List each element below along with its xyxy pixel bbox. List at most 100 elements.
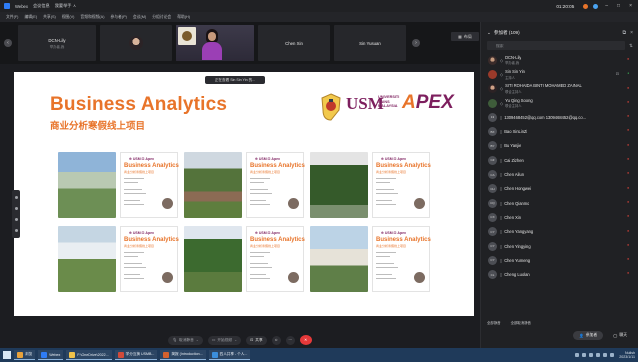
mic-muted-icon[interactable]: ᵜ	[627, 57, 629, 62]
pointer-icon[interactable]	[14, 218, 18, 221]
participant-row[interactable]: CA ▯ Chen Ailun ᵜ	[481, 167, 638, 181]
participants-button[interactable]: 👤 参加者	[573, 330, 604, 340]
participant-row[interactable]: CY ▯ Chen Yumeng ᵜ	[481, 253, 638, 267]
participant-row[interactable]: ◇ DCN-Lily 举办者,我 ᵜ	[481, 53, 638, 67]
zoom-icon[interactable]	[14, 207, 18, 210]
mic-muted-icon[interactable]: ᵜ	[627, 186, 629, 191]
menu-audio-video[interactable]: 音频和视频(A)	[80, 15, 104, 20]
participant-row[interactable]: BX ▯ Bao XinLinZi ᵜ	[481, 124, 638, 138]
maximize-icon[interactable]: □	[615, 3, 622, 9]
menu-edit[interactable]: 编辑(E)	[24, 15, 37, 20]
participant-role: 联合主持人	[505, 89, 522, 94]
participant-row[interactable]: CH ▯ Chen Hongwei ᵜ	[481, 182, 638, 196]
participant-name: Chen Yumeng	[504, 257, 531, 263]
more-options-button[interactable]: ⋯	[285, 335, 295, 345]
participant-row[interactable]: CY ▯ Chen Yingying ᵜ	[481, 239, 638, 253]
system-clock[interactable]: Nulish 2023/1/11	[619, 351, 635, 359]
poster-subtitle: 商业分析寒假线上项目	[124, 244, 155, 248]
security-icon[interactable]	[593, 3, 599, 9]
strip-prev-button[interactable]: ‹	[0, 22, 16, 64]
mic-off-icon: 🎙	[172, 338, 178, 342]
pen-icon[interactable]	[14, 196, 18, 199]
unmute-all-button[interactable]: 全部取消静音	[511, 320, 531, 325]
participant-row[interactable]: ◇ Sin Sin Yin 主持人 ⊡ ᵜ	[481, 67, 638, 81]
mic-muted-icon[interactable]: ᵜ	[627, 171, 629, 176]
taskbar-item-onedrive[interactable]: F:\OneDrive\2022...	[66, 350, 112, 360]
mic-muted-icon[interactable]: ᵜ	[627, 86, 629, 91]
more-icon[interactable]	[14, 229, 18, 232]
leave-meeting-button[interactable]: ✕	[299, 335, 312, 345]
menu-help[interactable]: 帮助(H)	[177, 15, 190, 20]
video-tile-avatar[interactable]	[100, 25, 172, 61]
mic-muted-icon[interactable]: ᵜ	[627, 128, 629, 133]
mic-muted-icon[interactable]: ᵜ	[627, 157, 629, 162]
viewing-share-badge[interactable]: 正在查看 Sin Sin Yin 的...	[205, 76, 265, 84]
share-button[interactable]: ⊡ 共享	[246, 335, 267, 345]
taskbar-item-browser-2[interactable]: 四人共享 - 个人...	[208, 350, 251, 360]
participant-row[interactable]: CL ▯ Cheng Luolan ᵜ	[481, 267, 638, 281]
video-tile-chen-xin[interactable]: Chen Xin	[258, 25, 330, 61]
participant-row[interactable]: CZ ▯ Cai Zizhen ᵜ	[481, 153, 638, 167]
tab-meeting-info[interactable]: 会议信息	[33, 3, 50, 9]
network-icon[interactable]	[582, 353, 587, 357]
mic-muted-icon[interactable]: ᵜ	[627, 114, 629, 119]
taskbar-item-webex[interactable]: Webex	[38, 350, 64, 360]
wifi-icon[interactable]	[610, 353, 615, 357]
menu-meeting[interactable]: 会议(M)	[133, 15, 146, 20]
annotation-toolbar[interactable]	[12, 190, 20, 238]
minimize-icon[interactable]: –	[603, 3, 610, 9]
menu-file[interactable]: 文件(F)	[6, 15, 18, 20]
chat-button[interactable]: ◯ 聊天	[607, 331, 633, 340]
mic-muted-icon[interactable]: ᵜ	[627, 271, 629, 276]
participant-row[interactable]: CX ▯ Chen Xin ᵜ	[481, 210, 638, 224]
participant-row[interactable]: ◇ SITI ROHAIDA BINTI MOHAMED ZAINAL 联合主持人…	[481, 82, 638, 96]
mic-muted-icon[interactable]: ᵜ	[627, 200, 629, 205]
strip-next-button[interactable]: ›	[408, 22, 424, 64]
participant-row[interactable]: CQ ▯ Chen Qianmo ᵜ	[481, 196, 638, 210]
close-icon[interactable]: ×	[630, 30, 633, 36]
participant-search-input[interactable]	[487, 41, 625, 50]
mic-muted-icon[interactable]: ᵜ	[627, 143, 629, 148]
video-tile-presenter[interactable]	[176, 25, 254, 61]
start-video-button[interactable]: ▭ 开始视频 ⌄	[207, 335, 242, 345]
unmute-button[interactable]: 🎙 取消静音 ⌄	[168, 335, 203, 345]
menu-participants[interactable]: 参与者(P)	[110, 15, 126, 20]
reactions-button[interactable]: ☺	[271, 335, 281, 345]
chevron-down-icon[interactable]: ⌄	[487, 30, 491, 36]
popout-icon[interactable]: ⧉	[623, 30, 627, 36]
apex-logo: APEX	[402, 92, 454, 114]
tab-raise-hand[interactable]: 我要举手 ㅅ	[55, 3, 77, 9]
taskbar-item-doc[interactable]: 学分互换 USMB...	[114, 350, 158, 360]
tile-name: Sin Yusuan	[359, 40, 381, 46]
participant-row[interactable]: ◇ Yu Qing Soong 联合主持人 ᵜ	[481, 96, 638, 110]
tray-chevron-icon[interactable]	[575, 353, 580, 357]
recording-icon[interactable]	[583, 3, 589, 9]
video-tile-sin-yusuan[interactable]: Sin Yusuan	[334, 25, 406, 61]
ime-icon[interactable]	[603, 353, 608, 357]
taskbar-item-slides[interactable]: 简报 (Introduction...	[160, 350, 206, 360]
mic-muted-icon[interactable]: ᵜ	[627, 229, 629, 234]
device-icon: ▯	[500, 157, 503, 163]
poster-subtitle: 商业分析寒假线上项目	[250, 170, 281, 174]
video-tile-dcn-lily[interactable]: DCN-Lily 举办者,我	[18, 25, 96, 61]
battery-icon[interactable]	[596, 353, 601, 357]
mic-on-icon[interactable]: ᵜ	[627, 71, 629, 76]
mic-muted-icon[interactable]: ᵜ	[627, 257, 629, 262]
windows-start-icon[interactable]	[3, 351, 11, 359]
sort-icon[interactable]: ⇅	[629, 43, 633, 49]
menu-breakout[interactable]: 分组讨论会	[152, 15, 171, 20]
mic-muted-icon[interactable]: ᵜ	[627, 243, 629, 248]
participant-row[interactable]: BY ▯ Bu Yanjie ᵜ	[481, 139, 638, 153]
taskbar-item-browser[interactable]: 浏览	[14, 350, 36, 360]
layout-button[interactable]: ▦ 布局	[451, 32, 479, 41]
participant-name: Chen Hongwei	[504, 186, 532, 192]
menu-share[interactable]: 共享(S)	[43, 15, 56, 20]
volume-icon[interactable]	[589, 353, 594, 357]
participant-row[interactable]: CY ▯ Chen Yangyang ᵜ	[481, 225, 638, 239]
mic-muted-icon[interactable]: ᵜ	[627, 100, 629, 105]
mic-muted-icon[interactable]: ᵜ	[627, 214, 629, 219]
close-icon[interactable]: ×	[627, 3, 634, 9]
menu-view[interactable]: 视图(V)	[62, 15, 75, 20]
participant-row[interactable]: 13 ▯ 1309468452@qq.com 1309468452@qq.co.…	[481, 110, 638, 124]
mute-all-button[interactable]: 全部静音	[487, 320, 501, 325]
